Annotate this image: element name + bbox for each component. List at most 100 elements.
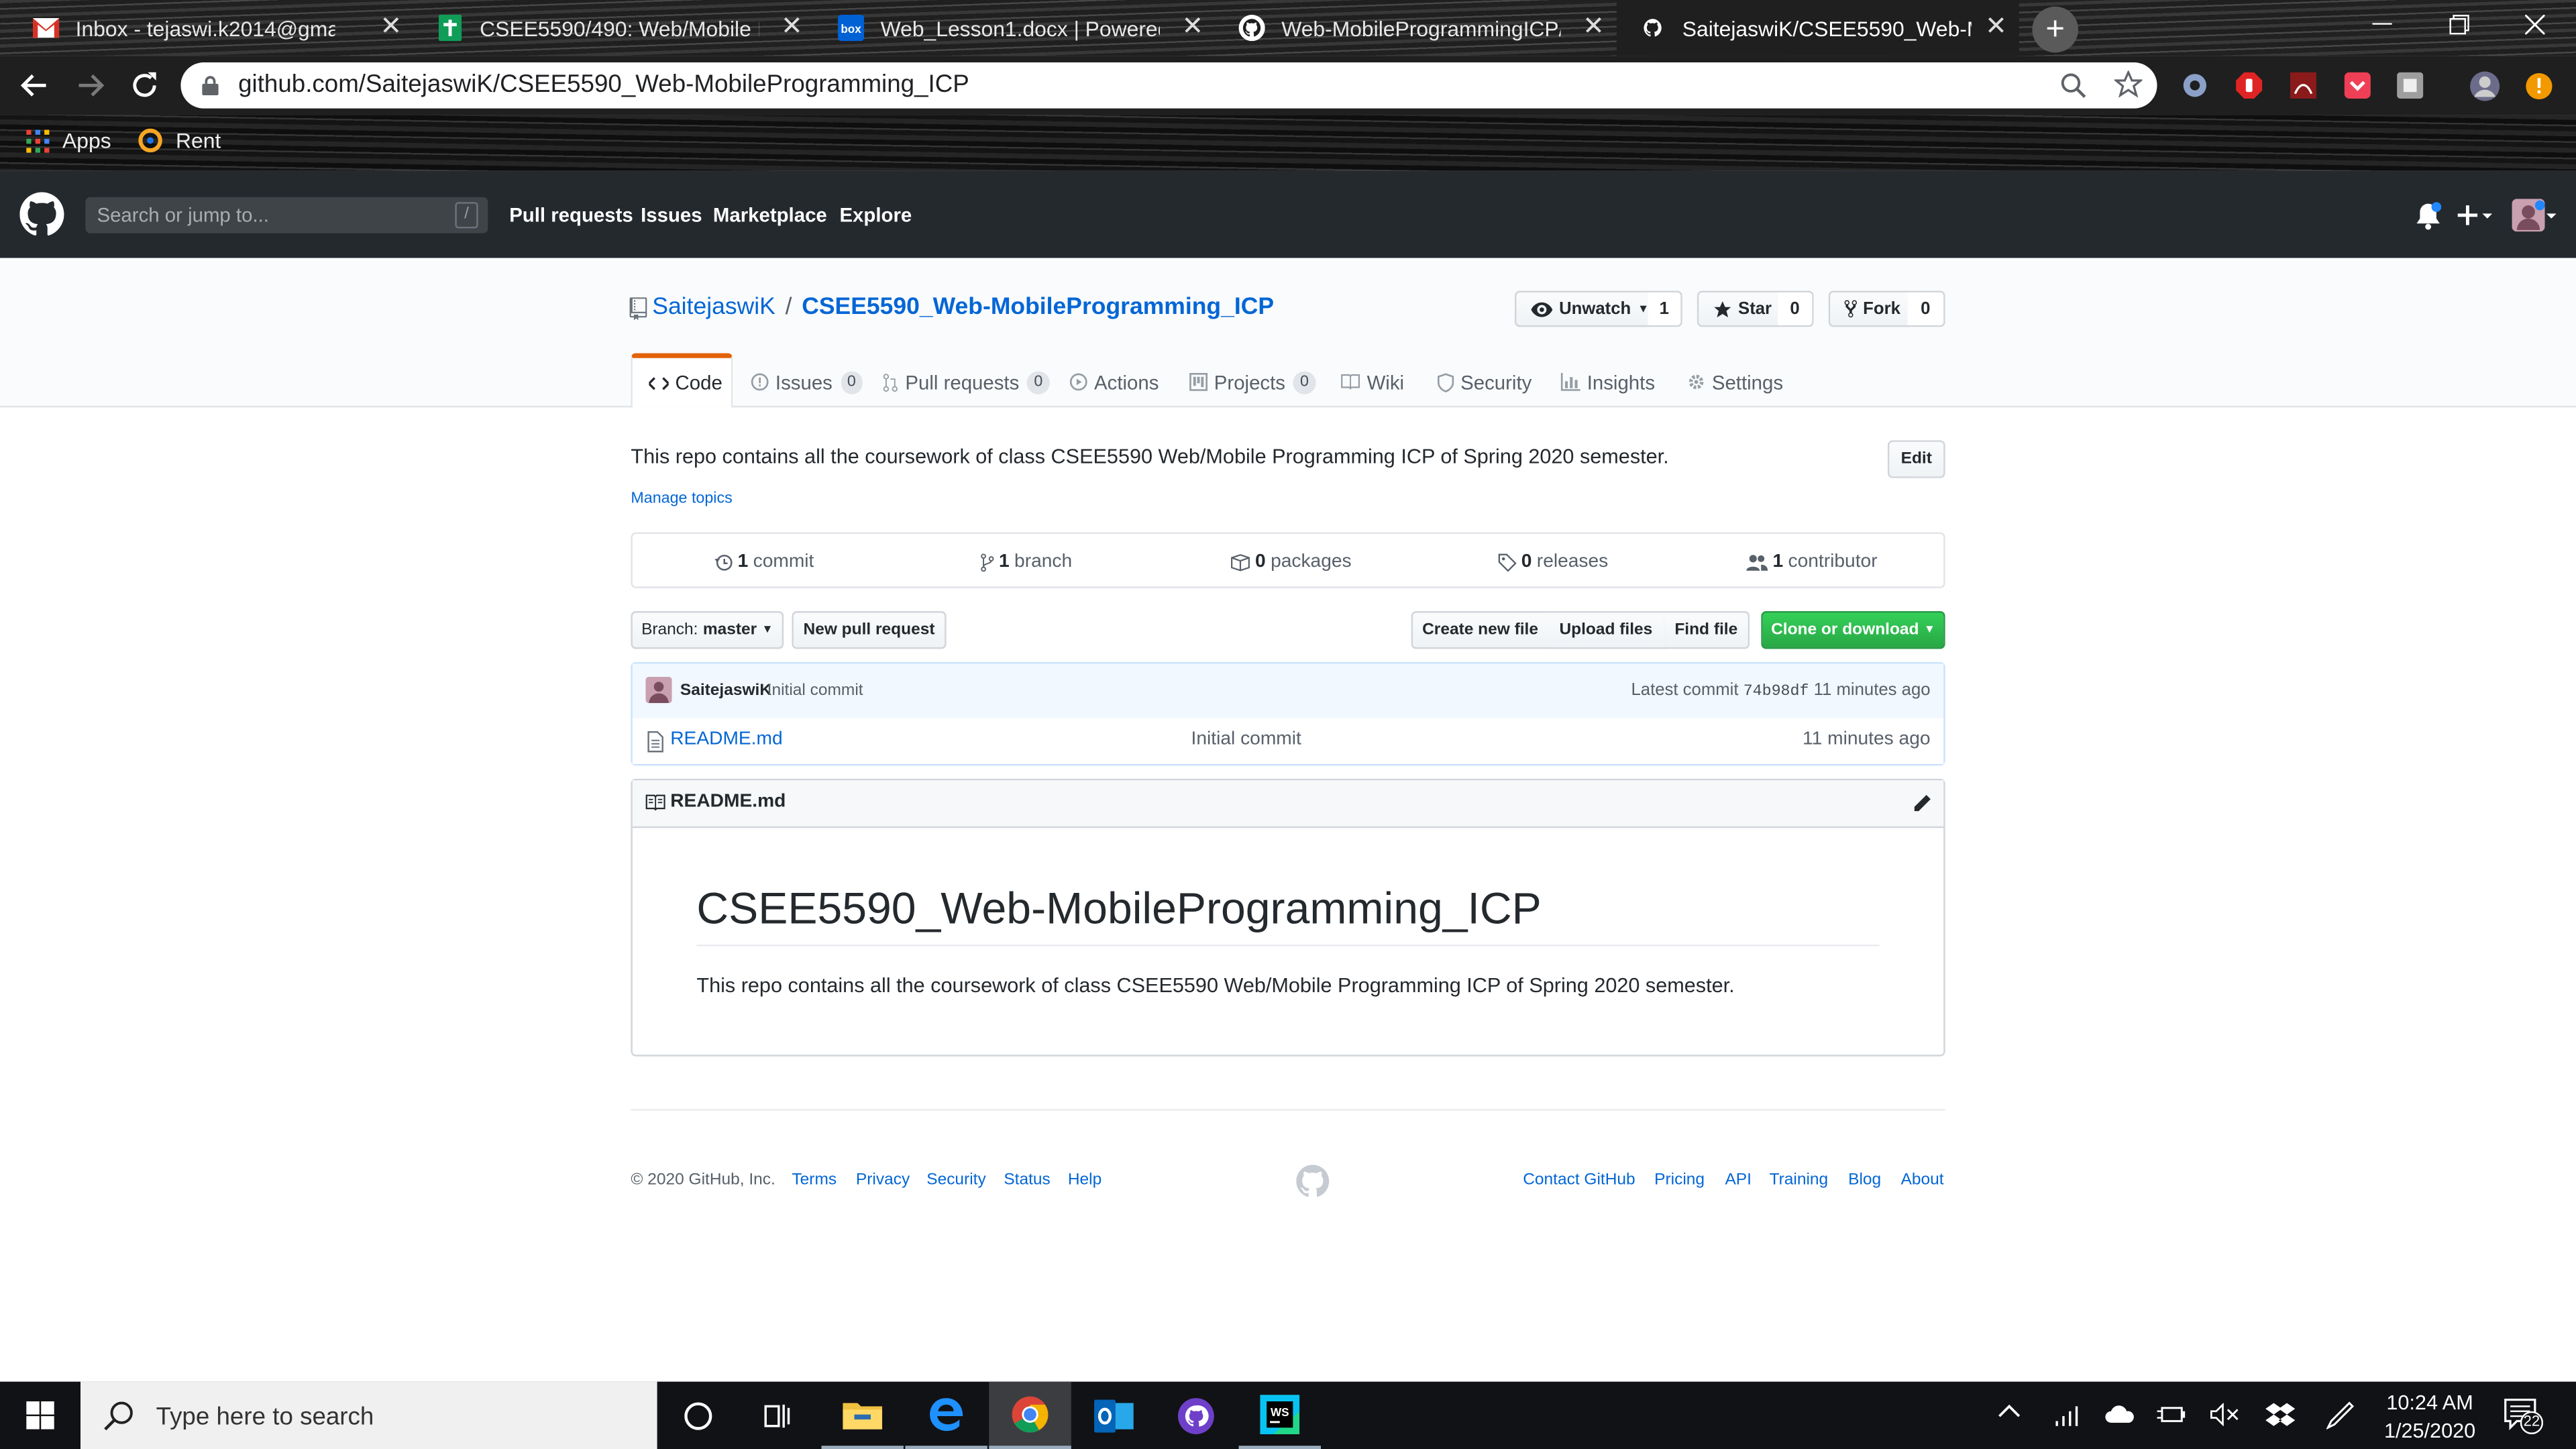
- close-tab-icon[interactable]: ✕: [1179, 14, 1205, 41]
- network-icon[interactable]: [2055, 1401, 2082, 1428]
- commit-author[interactable]: SaitejaswiK: [680, 682, 771, 700]
- close-tab-icon[interactable]: ✕: [1983, 14, 2009, 41]
- new-pull-request-button[interactable]: New pull request: [792, 611, 947, 649]
- user-avatar-menu[interactable]: [2512, 199, 2559, 232]
- reload-icon[interactable]: [129, 70, 159, 100]
- zoom-search-icon[interactable]: [2060, 72, 2086, 99]
- nav-issues[interactable]: Issues: [641, 204, 702, 227]
- github-search-input[interactable]: Search or jump to... /: [85, 197, 488, 233]
- star-button[interactable]: Star: [1697, 290, 1780, 327]
- profile-avatar-icon[interactable]: [2469, 70, 2501, 102]
- onedrive-icon[interactable]: [2104, 1405, 2136, 1424]
- system-clock[interactable]: 10:24 AM 1/25/2020: [2375, 1390, 2484, 1446]
- footer-security[interactable]: Security: [926, 1171, 985, 1189]
- tab-pull-requests[interactable]: Pull requests 0: [882, 355, 1050, 406]
- volume-muted-icon[interactable]: [2210, 1403, 2239, 1426]
- branch-select-button[interactable]: Branch: master ▼: [631, 611, 784, 649]
- pdf-extension-icon[interactable]: [2290, 72, 2317, 99]
- branches-link[interactable]: 1 branch: [981, 552, 1072, 572]
- repo-name-link[interactable]: CSEE5590_Web-MobileProgramming_ICP: [802, 294, 1274, 320]
- action-center-icon[interactable]: 22: [2504, 1398, 2544, 1434]
- nav-pull-requests[interactable]: Pull requests: [509, 204, 633, 227]
- fork-button[interactable]: Fork: [1828, 290, 1909, 327]
- create-new-file-button[interactable]: Create new file: [1411, 611, 1550, 649]
- footer-pricing[interactable]: Pricing: [1654, 1171, 1705, 1189]
- chrome-browser-icon[interactable]: [989, 1381, 1071, 1449]
- commit-message[interactable]: Initial commit: [767, 682, 863, 700]
- nav-marketplace[interactable]: Marketplace: [713, 204, 827, 227]
- tab-security[interactable]: Security: [1437, 355, 1532, 406]
- bookmark-apps[interactable]: Apps: [26, 128, 111, 153]
- update-alert-icon[interactable]: [2525, 72, 2553, 101]
- lock-icon[interactable]: [202, 76, 219, 96]
- github-mark-icon[interactable]: [1296, 1165, 1330, 1197]
- browser-tab-github-icp[interactable]: Web-MobileProgrammingICP/inc ✕: [1216, 0, 1617, 56]
- new-tab-button[interactable]: +: [2032, 6, 2078, 53]
- browser-tab-box[interactable]: box Web_Lesson1.docx | Powered by ✕: [815, 0, 1216, 56]
- address-bar[interactable]: github.com/SaitejaswiK/CSEE5590_Web-Mobi…: [180, 62, 2157, 109]
- minimize-window-button[interactable]: [2345, 0, 2420, 49]
- browser-tab-github-repo[interactable]: SaitejaswiK/CSEE5590_Web-Mob ✕: [1616, 0, 2019, 56]
- outlook-icon[interactable]: [1073, 1382, 1155, 1449]
- tab-actions[interactable]: Actions: [1069, 355, 1159, 406]
- show-hidden-icons-chevron-icon[interactable]: [1998, 1403, 2021, 1419]
- footer-privacy[interactable]: Privacy: [856, 1171, 910, 1189]
- pocket-icon[interactable]: [2344, 72, 2371, 99]
- upload-files-button[interactable]: Upload files: [1547, 611, 1666, 649]
- close-tab-icon[interactable]: ✕: [779, 14, 805, 41]
- windows-start-icon[interactable]: [0, 1382, 80, 1449]
- commit-sha-link[interactable]: 74b98df: [1743, 682, 1809, 700]
- footer-terms[interactable]: Terms: [792, 1171, 837, 1189]
- footer-status[interactable]: Status: [1004, 1171, 1050, 1189]
- star-count[interactable]: 0: [1777, 290, 1814, 327]
- battery-icon[interactable]: [2157, 1403, 2187, 1426]
- extension-circle-icon[interactable]: [2182, 72, 2208, 99]
- github-logo-icon[interactable]: [19, 192, 64, 237]
- close-tab-icon[interactable]: ✕: [1580, 14, 1607, 41]
- commit-author-avatar[interactable]: [645, 676, 672, 704]
- task-view-icon[interactable]: [738, 1382, 820, 1449]
- notification-bell-icon[interactable]: [2415, 202, 2442, 230]
- file-row[interactable]: README.md Initial commit 11 minutes ago: [632, 718, 1944, 764]
- fork-count[interactable]: 0: [1907, 290, 1945, 327]
- footer-contact[interactable]: Contact GitHub: [1523, 1171, 1635, 1189]
- unwatch-button[interactable]: Unwatch ▼: [1514, 290, 1650, 327]
- browser-tab-gmail[interactable]: Inbox - tejaswi.k2014@gmail.com ✕: [0, 0, 414, 56]
- adblock-icon[interactable]: [2236, 72, 2263, 99]
- file-commit-message[interactable]: Initial commit: [1191, 729, 1301, 749]
- tab-issues[interactable]: Issues 0: [751, 355, 863, 406]
- footer-training[interactable]: Training: [1770, 1171, 1829, 1189]
- taskbar-search-box[interactable]: Type here to search: [80, 1381, 657, 1449]
- edit-description-button[interactable]: Edit: [1887, 440, 1945, 478]
- watch-count[interactable]: 1: [1648, 290, 1682, 327]
- back-arrow-icon[interactable]: [19, 70, 49, 100]
- contributors-link[interactable]: 1 contributor: [1746, 552, 1878, 572]
- clone-or-download-button[interactable]: Clone or download ▼: [1761, 611, 1945, 649]
- pencil-edit-icon[interactable]: [1913, 794, 1932, 813]
- browser-tab-sheets[interactable]: CSEE5590/490: Web/Mobile Prog ✕: [414, 0, 815, 56]
- commits-link[interactable]: 1 commit: [714, 552, 814, 572]
- close-tab-icon[interactable]: ✕: [378, 14, 404, 41]
- footer-help[interactable]: Help: [1068, 1171, 1102, 1189]
- releases-link[interactable]: 0 releases: [1498, 552, 1608, 572]
- bookmark-rent[interactable]: Rent: [138, 128, 221, 153]
- dropbox-icon[interactable]: [2265, 1401, 2296, 1428]
- github-desktop-icon[interactable]: [1155, 1382, 1237, 1449]
- tab-projects[interactable]: Projects 0: [1189, 355, 1316, 406]
- footer-api[interactable]: API: [1725, 1171, 1751, 1189]
- pen-workspace-icon[interactable]: [2326, 1401, 2355, 1430]
- file-explorer-icon[interactable]: [821, 1382, 904, 1449]
- close-window-button[interactable]: [2497, 0, 2573, 49]
- nav-explore[interactable]: Explore: [839, 204, 912, 227]
- webstorm-icon[interactable]: WS: [1238, 1382, 1321, 1449]
- tab-insights[interactable]: Insights: [1560, 355, 1655, 406]
- bookmark-star-icon[interactable]: [2114, 70, 2143, 99]
- packages-link[interactable]: 0 packages: [1230, 552, 1352, 572]
- cortana-icon[interactable]: [657, 1382, 739, 1449]
- tab-settings[interactable]: Settings: [1687, 355, 1783, 406]
- footer-about[interactable]: About: [1900, 1171, 1943, 1189]
- tab-code[interactable]: Code: [631, 353, 733, 408]
- repo-owner-link[interactable]: SaitejaswiK: [652, 294, 775, 320]
- footer-blog[interactable]: Blog: [1848, 1171, 1881, 1189]
- file-name-link[interactable]: README.md: [670, 729, 782, 749]
